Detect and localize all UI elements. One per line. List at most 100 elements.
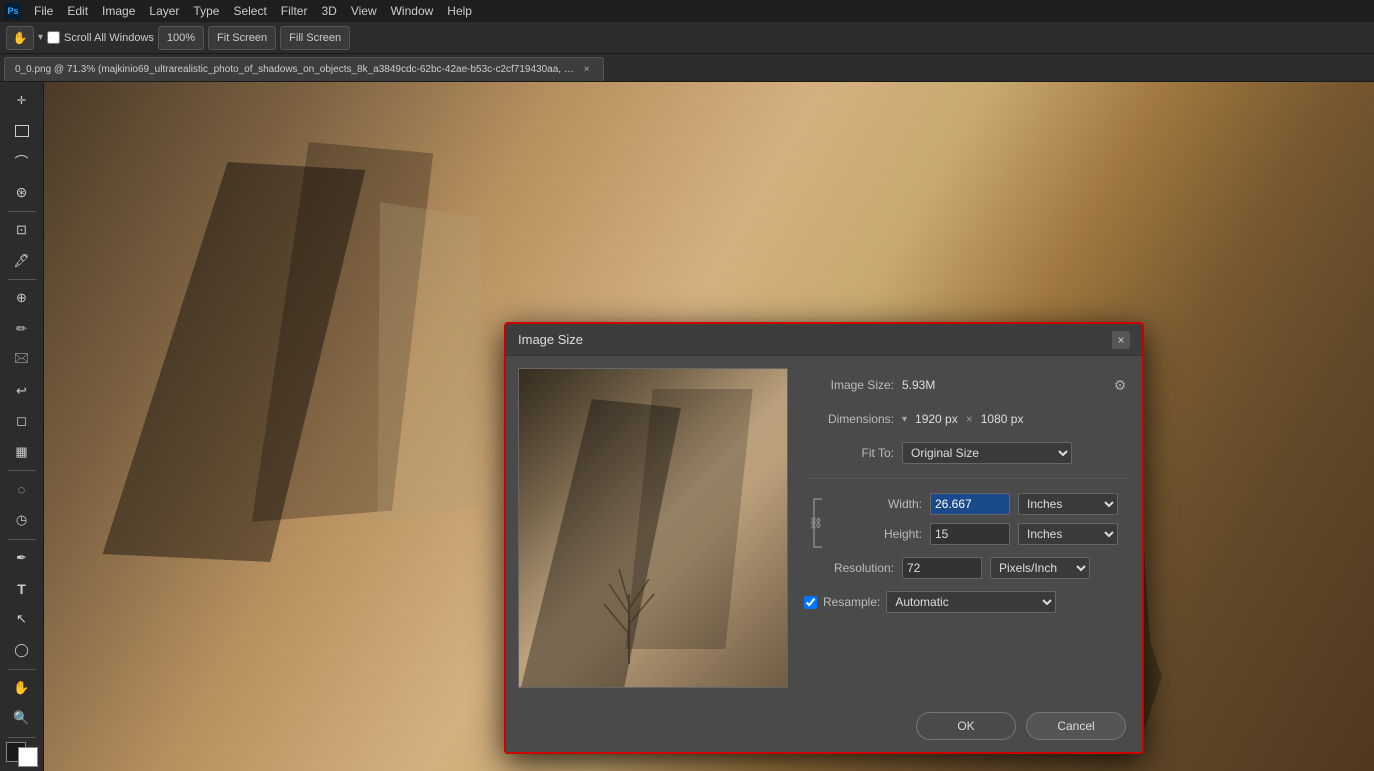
preview-plant <box>599 564 659 667</box>
resolution-unit-select[interactable]: Pixels/Inch <box>990 557 1090 579</box>
tab-close-button[interactable]: × <box>580 63 593 77</box>
controls-panel: Image Size: 5.93M ⚙ Dimensions: ▾ 1920 p… <box>804 368 1130 688</box>
color-swatch[interactable] <box>6 742 38 767</box>
hand-dropdown-arrow[interactable]: ▾ <box>38 32 43 43</box>
document-tab[interactable]: 0_0.png @ 71.3% (majkinio69_ultrarealist… <box>4 57 604 81</box>
resolution-label: Resolution: <box>804 561 894 575</box>
cancel-button[interactable]: Cancel <box>1026 712 1126 740</box>
shape-icon: ◯ <box>14 642 29 658</box>
width-unit-select[interactable]: Inches <box>1018 493 1118 515</box>
magic-wand-button[interactable]: ⊛ <box>6 178 38 207</box>
canvas-area: Image Size × <box>44 82 1374 771</box>
tool-separator-4 <box>8 539 36 540</box>
lasso-icon: ⌒ <box>15 152 29 172</box>
healing-brush-button[interactable]: ⊕ <box>6 284 38 313</box>
dialog-body: Image Size: 5.93M ⚙ Dimensions: ▾ 1920 p… <box>506 356 1142 700</box>
svg-text:⛓: ⛓ <box>809 517 823 530</box>
gradient-button[interactable]: ▦ <box>6 438 38 467</box>
menu-edit[interactable]: Edit <box>61 2 94 20</box>
resample-row: Resample: Automatic <box>804 589 1130 615</box>
tool-separator-3 <box>8 470 36 471</box>
lasso-tool-button[interactable]: ⌒ <box>6 147 38 176</box>
menu-layer[interactable]: Layer <box>143 2 185 20</box>
pen-tool-button[interactable]: ✒ <box>6 544 38 573</box>
healing-icon: ⊕ <box>16 290 27 306</box>
scroll-windows-checkbox-label[interactable]: Scroll All Windows <box>47 31 154 44</box>
rectangle-select-button[interactable] <box>6 117 38 146</box>
preview-thumbnail <box>518 368 788 688</box>
width-row: Width: Inches <box>832 491 1130 517</box>
zoom-icon: 🔍 <box>13 710 29 726</box>
dialog-footer: OK Cancel <box>506 700 1142 752</box>
fit-to-label: Fit To: <box>804 446 894 460</box>
blur-button[interactable]: ◌ <box>6 475 38 504</box>
pen-icon: ✒ <box>16 550 27 566</box>
menu-view[interactable]: View <box>345 2 383 20</box>
background-color[interactable] <box>18 747 38 767</box>
move-tool-button[interactable]: ✛ <box>6 86 38 115</box>
menu-filter[interactable]: Filter <box>275 2 314 20</box>
tool-separator-2 <box>8 279 36 280</box>
menu-bar: Ps File Edit Image Layer Type Select Fil… <box>0 0 1374 22</box>
link-bracket-icon: ⛓ <box>808 495 826 551</box>
ok-button[interactable]: OK <box>916 712 1016 740</box>
scroll-windows-checkbox[interactable] <box>47 31 60 44</box>
eyedropper-button[interactable]: 🖋 <box>6 246 38 275</box>
width-input[interactable] <box>930 493 1010 515</box>
path-select-button[interactable]: ↖ <box>6 605 38 634</box>
dim-height: 1080 px <box>981 412 1024 426</box>
history-brush-button[interactable]: ↩ <box>6 376 38 405</box>
hand-icon: ✋ <box>13 31 28 45</box>
width-label: Width: <box>832 497 922 511</box>
brush-tool-button[interactable]: ✏ <box>6 315 38 344</box>
path-icon: ↖ <box>16 611 27 627</box>
dimensions-chevron[interactable]: ▾ <box>902 414 907 425</box>
dimensions-row: Dimensions: ▾ 1920 px × 1080 px <box>804 406 1130 432</box>
toolbox: ✛ ⌒ ⊛ ⊡ 🖋 ⊕ ✏ 🖂 ↩ ◻ <box>0 82 44 771</box>
settings-gear-button[interactable]: ⚙ <box>1110 375 1130 395</box>
height-unit-select[interactable]: Inches <box>1018 523 1118 545</box>
resample-checkbox[interactable] <box>804 596 817 609</box>
eraser-button[interactable]: ◻ <box>6 407 38 436</box>
tab-bar: 0_0.png @ 71.3% (majkinio69_ultrarealist… <box>0 54 1374 82</box>
type-tool-button[interactable]: T <box>6 574 38 603</box>
height-input[interactable] <box>930 523 1010 545</box>
fit-to-select[interactable]: Original Size <box>902 442 1072 464</box>
tool-separator-1 <box>8 211 36 212</box>
dodge-icon: ◷ <box>16 512 27 528</box>
menu-file[interactable]: File <box>28 2 59 20</box>
zoom-tool-button[interactable]: 🔍 <box>6 704 38 733</box>
app-logo: Ps <box>4 2 22 20</box>
menu-help[interactable]: Help <box>441 2 478 20</box>
tab-filename: 0_0.png @ 71.3% (majkinio69_ultrarealist… <box>15 64 574 75</box>
brush-icon: ✏ <box>16 321 27 337</box>
hand-tool-toolbox-button[interactable]: ✋ <box>6 673 38 702</box>
hand-tool-button[interactable]: ✋ <box>6 26 34 50</box>
tool-separator-6 <box>8 737 36 738</box>
dim-x: × <box>966 412 973 426</box>
resample-select[interactable]: Automatic <box>886 591 1056 613</box>
menu-3d[interactable]: 3D <box>315 2 342 20</box>
light-1 <box>374 202 494 522</box>
fill-screen-button[interactable]: Fill Screen <box>280 26 350 50</box>
clone-stamp-button[interactable]: 🖂 <box>6 346 38 375</box>
main-area: ✛ ⌒ ⊛ ⊡ 🖋 ⊕ ✏ 🖂 ↩ ◻ <box>0 82 1374 771</box>
dim-width: 1920 px <box>915 412 958 426</box>
crop-tool-button[interactable]: ⊡ <box>6 216 38 245</box>
options-toolbar: ✋ ▾ Scroll All Windows 100% Fit Screen F… <box>0 22 1374 54</box>
fit-screen-button[interactable]: Fit Screen <box>208 26 276 50</box>
hand-toolbox-icon: ✋ <box>13 680 29 696</box>
menu-window[interactable]: Window <box>385 2 440 20</box>
menu-select[interactable]: Select <box>227 2 272 20</box>
hand-tool-options: ▾ <box>38 32 43 43</box>
zoom-level-button[interactable]: 100% <box>158 26 204 50</box>
zoom-level-value: 100% <box>167 32 195 44</box>
resolution-input[interactable] <box>902 557 982 579</box>
menu-type[interactable]: Type <box>187 2 225 20</box>
height-row: Height: Inches <box>832 521 1130 547</box>
shape-tool-button[interactable]: ◯ <box>6 636 38 665</box>
dodge-button[interactable]: ◷ <box>6 506 38 535</box>
menu-image[interactable]: Image <box>96 2 141 20</box>
dimensions-label: Dimensions: <box>804 412 894 426</box>
dialog-close-button[interactable]: × <box>1112 331 1130 349</box>
